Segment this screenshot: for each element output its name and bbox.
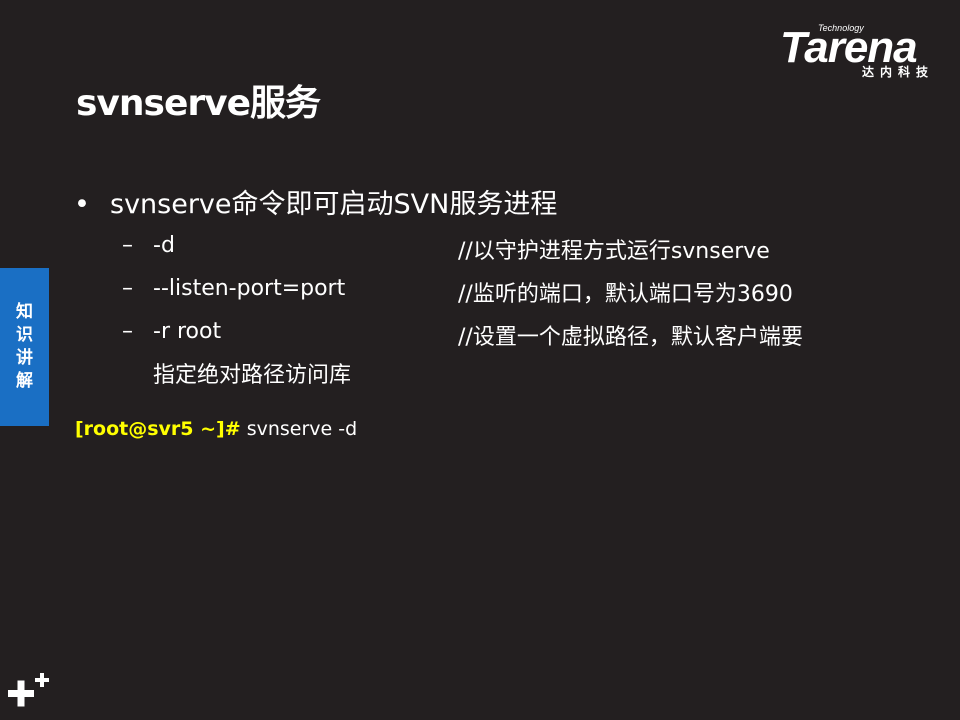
tarena-logo: Technology Tarena 达内科技 (780, 20, 950, 90)
option-comment: //以守护进程方式运行svnserve (458, 239, 770, 264)
option-comment: //设置一个虚拟路径，默认客户端要 (458, 325, 803, 350)
option-continuation: 指定绝对路径访问库 (153, 363, 352, 388)
option-dash: – (122, 233, 133, 258)
option-name: -r root (153, 319, 222, 344)
option-name: --listen-port=port (153, 276, 346, 301)
side-tab-char: 解 (16, 371, 33, 391)
option-comment: //监听的端口，默认端口号为3690 (458, 282, 793, 307)
option-name: -d (153, 233, 175, 258)
main-bullet: • svnserve命令即可启动SVN服务进程 (74, 182, 557, 221)
slide-title: svnserve服务 (76, 83, 321, 124)
shell-command: svnserve -d (240, 418, 358, 440)
option-dash: – (122, 276, 133, 301)
knowledge-tab: 知 识 讲 解 (0, 268, 49, 426)
side-tab-char: 知 (16, 302, 33, 322)
side-tab-char: 讲 (16, 348, 33, 368)
main-bullet-text: svnserve命令即可启动SVN服务进程 (110, 189, 558, 220)
bullet-dot-icon: • (74, 189, 90, 220)
option-dash: – (122, 319, 133, 344)
side-tab-char: 识 (16, 325, 33, 345)
command-example: [root@svr5 ~]# svnserve -d (75, 418, 357, 440)
logo-subtitle-text: 达内科技 (862, 65, 935, 79)
plus-icon (8, 673, 49, 707)
shell-prompt: [root@svr5 ~]# (75, 418, 241, 440)
